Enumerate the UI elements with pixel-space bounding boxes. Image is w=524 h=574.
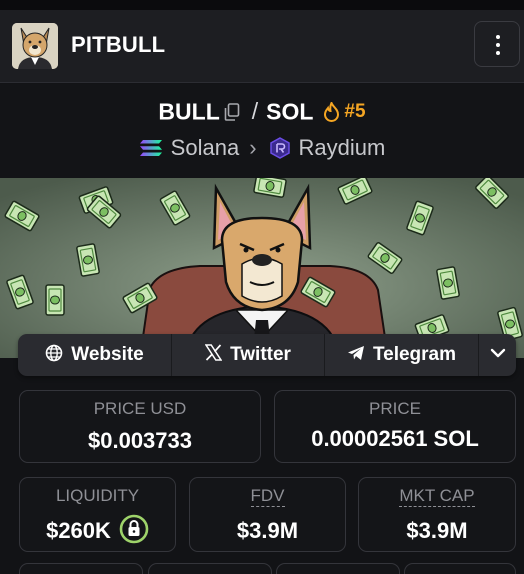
next-card (19, 563, 143, 574)
solana-icon (139, 140, 162, 157)
more-dot (496, 43, 500, 47)
website-label: Website (71, 344, 144, 365)
copy-icon[interactable] (224, 103, 240, 121)
fdv-label[interactable]: FDV (190, 486, 345, 507)
fdv-card: FDV $3.9M (189, 477, 346, 552)
price-usd-value: $0.003733 (88, 428, 192, 453)
website-link[interactable]: Website (18, 334, 171, 376)
raydium-icon (269, 137, 290, 160)
quote-symbol: SOL (266, 98, 314, 125)
more-dot (496, 35, 500, 39)
pair-separator: / (251, 98, 259, 125)
price-usd-label: PRICE USD (93, 399, 187, 418)
social-links-bar: Website Twitter Telegram (18, 334, 516, 376)
globe-icon (45, 344, 63, 362)
chain-breadcrumb: Solana › Raydium (0, 134, 524, 161)
more-dot (496, 51, 500, 55)
token-name: PITBULL (71, 32, 166, 57)
twitter-label: Twitter (230, 344, 291, 365)
trending-rank[interactable]: #5 (344, 101, 365, 122)
mkt-cap-label[interactable]: MKT CAP (359, 486, 515, 507)
chevron-right-icon: › (249, 135, 257, 161)
price-native-label: PRICE (369, 399, 421, 418)
x-logo-icon (204, 344, 223, 362)
next-card (276, 563, 400, 574)
next-card (404, 563, 516, 574)
telegram-label: Telegram (372, 344, 457, 365)
token-banner-image (0, 178, 524, 358)
mkt-cap-card: MKT CAP $3.9M (358, 477, 516, 552)
liquidity-row: $260K (20, 514, 175, 546)
liquidity-value: $260K (46, 518, 111, 543)
chain-name[interactable]: Solana (171, 135, 240, 161)
price-native-value: 0.00002561 SOL (311, 426, 479, 451)
base-symbol: BULL (158, 98, 220, 125)
more-links-toggle[interactable] (479, 334, 516, 376)
next-card (148, 563, 272, 574)
liquidity-card: LIQUIDITY $260K (19, 477, 176, 552)
avatar (12, 23, 58, 69)
telegram-icon (347, 345, 364, 360)
twitter-link[interactable]: Twitter (172, 334, 324, 376)
lock-icon[interactable] (119, 514, 149, 544)
price-usd-card: PRICE USD $0.003733 (19, 390, 261, 463)
dex-name[interactable]: Raydium (299, 135, 386, 161)
pair-info: BULL / SOL #5 Solana › Raydium (0, 84, 524, 178)
more-menu-button[interactable] (474, 21, 520, 67)
flame-icon (324, 101, 340, 122)
liquidity-label: LIQUIDITY (55, 486, 140, 505)
chevron-down-icon (490, 348, 505, 358)
top-strip (0, 0, 524, 10)
price-native-card: PRICE 0.00002561 SOL (274, 390, 516, 463)
telegram-link[interactable]: Telegram (325, 334, 478, 376)
header: PITBULL (0, 10, 524, 83)
pair-title: BULL / SOL #5 (0, 97, 524, 125)
mkt-cap-value: $3.9M (406, 518, 468, 543)
fdv-value: $3.9M (236, 518, 299, 543)
